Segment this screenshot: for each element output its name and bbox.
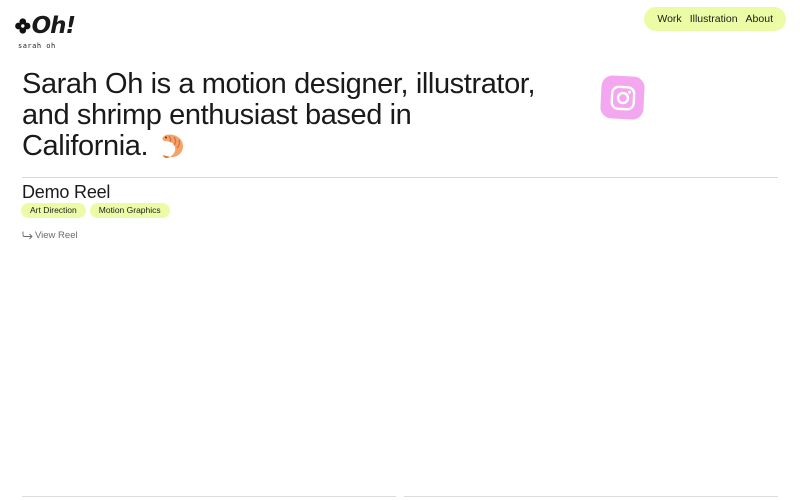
arrow-right-icon <box>22 231 33 240</box>
grid-rule-left <box>22 496 396 497</box>
shrimp-icon <box>158 132 188 167</box>
hero-headline: Sarah Oh is a motion designer, illustrat… <box>22 69 542 167</box>
nav-item-illustration[interactable]: Illustration <box>690 13 738 25</box>
logo-text: Oh! <box>31 13 76 39</box>
project-title: Demo Reel <box>22 182 111 202</box>
nav-item-work[interactable]: Work <box>657 13 681 25</box>
tag-art-direction: Art Direction <box>21 203 86 218</box>
main-nav: Work Illustration About <box>644 7 786 31</box>
project-tags: Art Direction Motion Graphics <box>21 203 170 218</box>
logo-subtitle: sarah oh <box>18 42 56 50</box>
site-logo[interactable]: Oh! sarah oh <box>15 12 76 52</box>
instagram-icon <box>610 85 635 110</box>
grid-rule-right <box>404 496 778 497</box>
logo-mark: Oh! <box>15 12 76 40</box>
section-divider <box>22 177 778 178</box>
nav-item-about[interactable]: About <box>746 13 773 25</box>
view-reel-link[interactable]: View Reel <box>22 230 78 241</box>
hero-headline-text: Sarah Oh is a motion designer, illustrat… <box>22 68 536 162</box>
page: Oh! sarah oh Work Illustration About Sar… <box>0 0 800 500</box>
tag-motion-graphics: Motion Graphics <box>89 203 170 218</box>
view-reel-label: View Reel <box>35 230 78 241</box>
instagram-link[interactable] <box>599 74 646 121</box>
flower-icon <box>15 18 31 34</box>
